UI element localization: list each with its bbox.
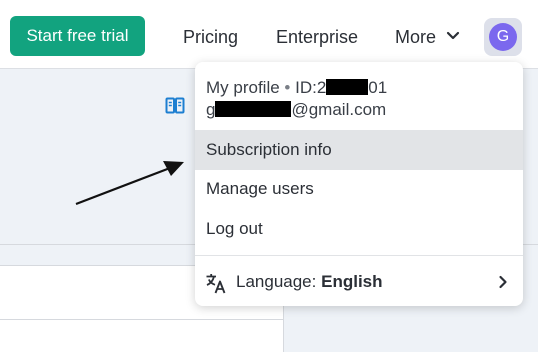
- menu-item-subscription-info[interactable]: Subscription info: [195, 130, 523, 170]
- language-label-group: Language: English: [236, 272, 383, 292]
- row-divider: [0, 319, 284, 320]
- account-dropdown-menu: My profile • ID:2 01 g @gmail.com Subscrip…: [195, 62, 523, 306]
- profile-email-line: g @gmail.com: [206, 100, 386, 120]
- nav-link-pricing[interactable]: Pricing: [183, 26, 238, 48]
- menu-item-log-out[interactable]: Log out: [195, 209, 523, 249]
- profile-id-suffix: 01: [368, 78, 388, 97]
- start-free-trial-button[interactable]: Start free trial: [10, 16, 145, 56]
- language-selector[interactable]: Language: English: [195, 262, 523, 302]
- separator-dot: •: [284, 78, 291, 97]
- email-suffix: @gmail.com: [291, 100, 387, 119]
- nav-link-more[interactable]: More: [395, 26, 436, 48]
- account-avatar-button[interactable]: G: [484, 18, 522, 56]
- avatar: G: [489, 23, 517, 51]
- profile-id-prefix: ID:2: [295, 78, 327, 97]
- my-profile-link[interactable]: My profile • ID:2 01 g @gmail.com: [195, 62, 523, 130]
- chevron-right-icon: [499, 275, 507, 289]
- book-open-icon[interactable]: [165, 96, 185, 116]
- language-value: English: [321, 272, 383, 291]
- menu-divider: [195, 255, 523, 256]
- menu-item-manage-users[interactable]: Manage users: [195, 169, 523, 209]
- profile-label: My profile: [206, 78, 280, 97]
- top-navigation-bar: Start free trial Pricing Enterprise More…: [0, 0, 538, 69]
- chevron-down-icon[interactable]: [446, 29, 460, 43]
- email-prefix: g: [206, 100, 216, 119]
- redaction-box: [215, 101, 292, 117]
- language-label: Language:: [236, 272, 317, 291]
- redaction-box: [326, 79, 369, 95]
- nav-link-enterprise[interactable]: Enterprise: [276, 26, 358, 48]
- page: Start free trial Pricing Enterprise More…: [0, 0, 538, 352]
- translate-icon: [206, 274, 226, 294]
- profile-id-line: My profile • ID:2 01: [206, 78, 387, 98]
